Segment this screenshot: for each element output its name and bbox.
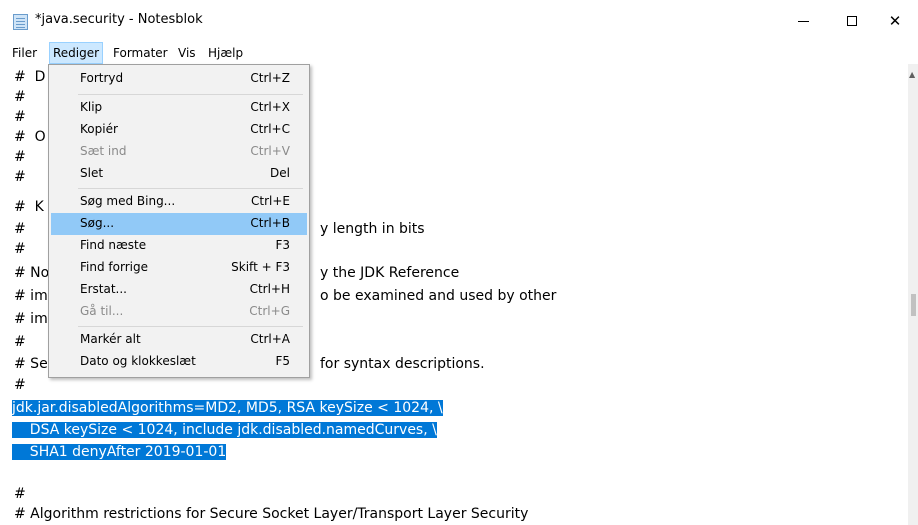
editor-line: # Algorithm restrictions for Secure Sock… <box>14 506 529 522</box>
editor-line-fragment: y the JDK Reference <box>320 265 460 281</box>
editor-line: # No <box>14 265 50 281</box>
editor-line: # Se <box>14 356 48 372</box>
editor-line: # O <box>14 129 46 145</box>
menu-item-shortcut: F3 <box>275 238 290 252</box>
menu-item-label: Klip <box>80 100 103 114</box>
menu-item-fortryd[interactable]: Fortryd Ctrl+Z <box>51 68 307 90</box>
selected-line: jdk.jar.disabledAlgorithms=MD2, MD5, RSA… <box>12 398 443 418</box>
selected-text: jdk.jar.disabledAlgorithms=MD2, MD5, RSA… <box>12 400 443 416</box>
menu-item-label: Sæt ind <box>80 144 127 158</box>
editor-line: # <box>14 89 26 105</box>
close-icon: ✕ <box>888 12 902 30</box>
menu-item-slet[interactable]: Slet Del <box>51 163 307 185</box>
rediger-menu: Fortryd Ctrl+Z Klip Ctrl+X Kopiér Ctrl+C… <box>48 64 310 378</box>
menu-item-label: Gå til... <box>80 304 124 318</box>
editor-line: # <box>14 241 26 257</box>
menu-rediger[interactable]: Rediger <box>49 42 104 64</box>
menu-separator <box>78 94 303 95</box>
menu-bar: Filer Rediger Formater Vis Hjælp <box>0 42 918 65</box>
editor-line-fragment: for syntax descriptions. <box>320 356 485 372</box>
menu-filer[interactable]: Filer <box>9 43 40 63</box>
menu-item-label: Find næste <box>80 238 147 252</box>
menu-item-label: Fortryd <box>80 71 124 85</box>
menu-hjaelp[interactable]: Hjælp <box>205 43 246 63</box>
editor-line: # im <box>14 311 48 327</box>
menu-item-label: Erstat... <box>80 282 127 296</box>
menu-item-shortcut: Ctrl+B <box>250 216 290 230</box>
menu-separator <box>78 326 303 327</box>
selected-line: DSA keySize < 1024, include jdk.disabled… <box>12 420 437 440</box>
menu-item-klip[interactable]: Klip Ctrl+X <box>51 97 307 119</box>
close-button[interactable]: ✕ <box>872 0 918 42</box>
editor-line: # <box>14 486 26 502</box>
menu-item-label: Find forrige <box>80 260 148 274</box>
editor-line-fragment: o be examined and used by other <box>320 288 557 304</box>
menu-item-soeg[interactable]: Søg... Ctrl+B <box>51 213 307 235</box>
menu-item-soeg-med-bing[interactable]: Søg med Bing... Ctrl+E <box>51 191 307 213</box>
editor-line: # K <box>14 199 44 215</box>
editor-line: # <box>14 169 26 185</box>
menu-item-shortcut: Skift + F3 <box>231 260 290 274</box>
window-title: *java.security - Notesblok <box>35 12 203 27</box>
menu-item-shortcut: Ctrl+G <box>249 304 290 318</box>
menu-item-kopier[interactable]: Kopiér Ctrl+C <box>51 119 307 141</box>
title-bar: *java.security - Notesblok ✕ <box>0 0 918 42</box>
editor-line: # D <box>14 69 46 85</box>
menu-item-label: Søg... <box>80 216 115 230</box>
menu-item-label: Slet <box>80 166 104 180</box>
menu-item-dato-og-klokkeslaet[interactable]: Dato og klokkeslæt F5 <box>51 351 307 373</box>
editor-line: # <box>14 377 26 393</box>
selected-text: DSA keySize < 1024, include jdk.disabled… <box>12 422 437 438</box>
menu-item-label: Markér alt <box>80 332 141 346</box>
menu-item-shortcut: Ctrl+X <box>250 100 290 114</box>
menu-item-shortcut: F5 <box>275 354 290 368</box>
minimize-button[interactable] <box>780 0 826 42</box>
editor-line-fragment: y length in bits <box>320 221 425 237</box>
maximize-icon <box>847 16 857 26</box>
menu-item-label: Søg med Bing... <box>80 194 176 208</box>
editor-line: # im <box>14 288 48 304</box>
editor-line: # <box>14 334 26 350</box>
selected-line: SHA1 denyAfter 2019-01-01 <box>12 442 227 462</box>
menu-item-label: Kopiér <box>80 122 118 136</box>
notepad-icon <box>13 14 28 30</box>
menu-item-gaa-til[interactable]: Gå til... Ctrl+G <box>51 301 307 323</box>
menu-item-find-naeste[interactable]: Find næste F3 <box>51 235 307 257</box>
menu-formater[interactable]: Formater <box>110 43 171 63</box>
menu-item-shortcut: Ctrl+C <box>250 122 290 136</box>
editor-line: # <box>14 109 26 125</box>
menu-item-find-forrige[interactable]: Find forrige Skift + F3 <box>51 257 307 279</box>
menu-item-shortcut: Ctrl+H <box>249 282 290 296</box>
menu-item-shortcut: Ctrl+Z <box>250 71 290 85</box>
scroll-up-icon[interactable]: ▲ <box>909 70 915 79</box>
menu-item-label: Dato og klokkeslæt <box>80 354 196 368</box>
menu-item-erstat[interactable]: Erstat... Ctrl+H <box>51 279 307 301</box>
minimize-icon <box>797 20 809 22</box>
menu-item-shortcut: Ctrl+E <box>251 194 290 208</box>
menu-item-marker-alt[interactable]: Markér alt Ctrl+A <box>51 329 307 351</box>
vertical-scrollbar[interactable]: ▲ <box>908 64 918 525</box>
menu-item-shortcut: Ctrl+A <box>250 332 290 346</box>
menu-item-shortcut: Del <box>270 166 290 180</box>
menu-item-saet-ind[interactable]: Sæt ind Ctrl+V <box>51 141 307 163</box>
maximize-button[interactable] <box>829 0 875 42</box>
scroll-thumb[interactable] <box>911 294 916 316</box>
editor-line: # <box>14 221 26 237</box>
editor-line: # <box>14 149 26 165</box>
menu-item-shortcut: Ctrl+V <box>250 144 290 158</box>
selected-text: SHA1 denyAfter 2019-01-01 <box>12 444 227 460</box>
menu-separator <box>78 188 303 189</box>
menu-vis[interactable]: Vis <box>175 43 199 63</box>
